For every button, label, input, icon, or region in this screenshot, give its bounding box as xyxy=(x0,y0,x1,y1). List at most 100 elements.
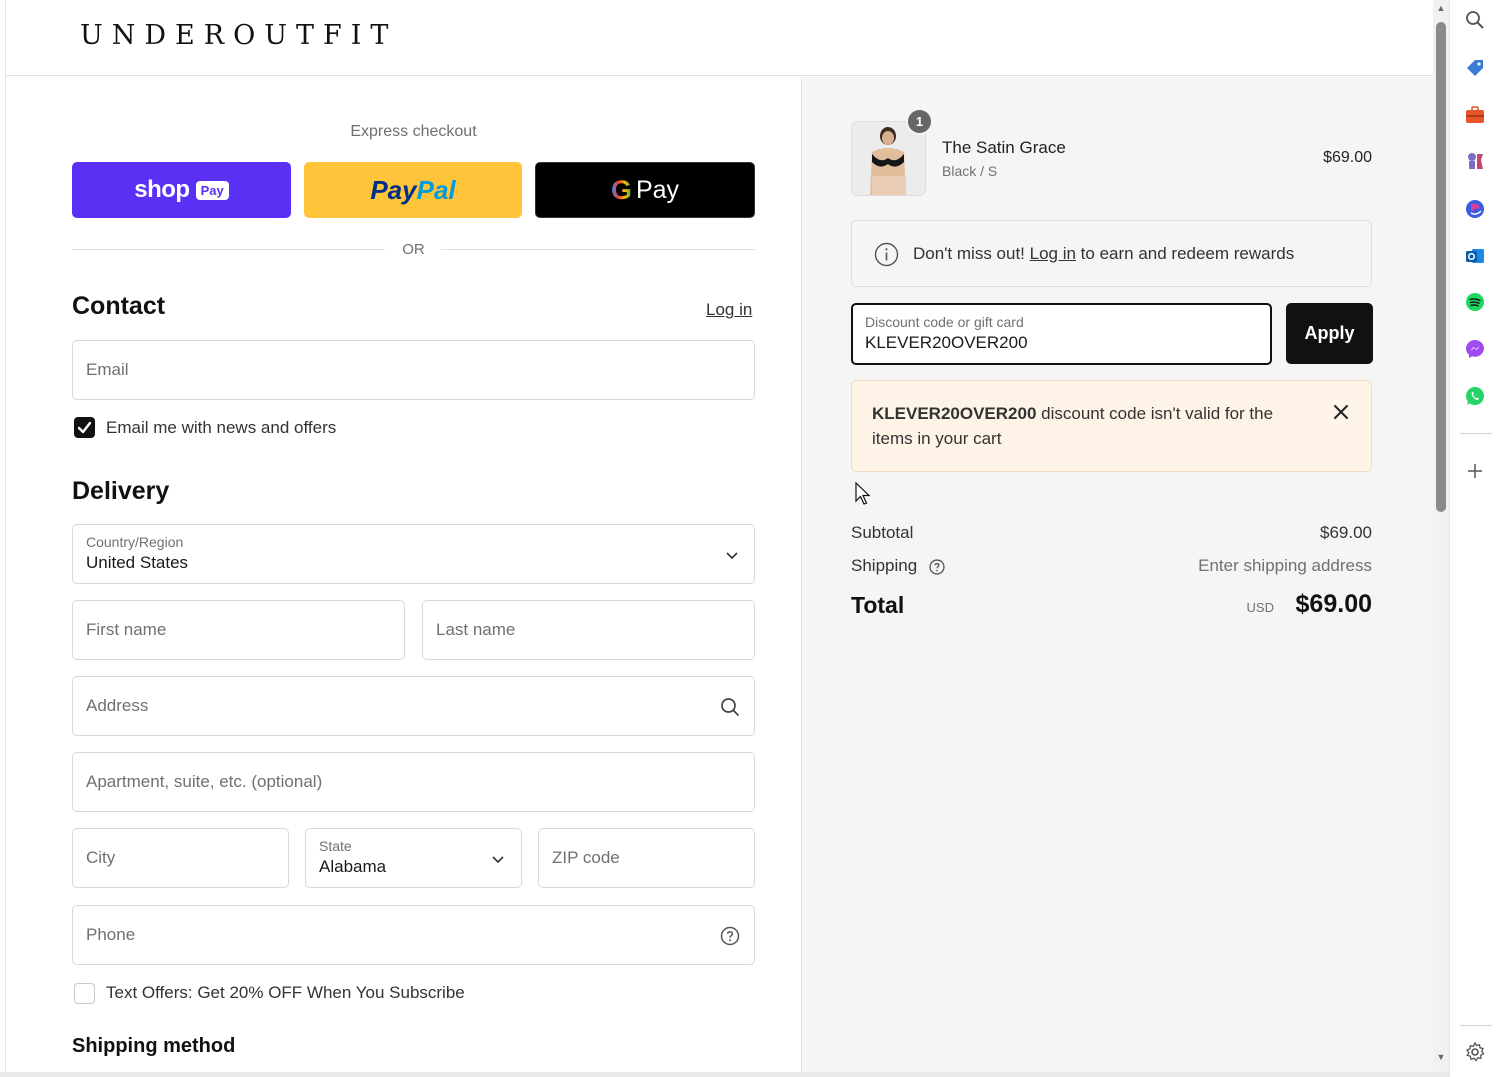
state-label: State xyxy=(319,838,352,854)
chevron-down-icon xyxy=(726,552,738,560)
window-bottom-edge xyxy=(0,1072,1449,1077)
country-label: Country/Region xyxy=(86,534,184,550)
paypal-logo-pay: Pay xyxy=(370,174,417,205)
shop-pay-wordmark: shop xyxy=(134,176,190,203)
discount-error-banner: KLEVER20OVER200 discount code isn't vali… xyxy=(851,380,1372,472)
total-row: Total USD $69.00 xyxy=(851,590,1372,622)
address-field[interactable]: Address xyxy=(72,676,755,736)
zip-field[interactable]: ZIP code xyxy=(538,828,755,888)
scroll-up-icon[interactable]: ▲ xyxy=(1436,3,1446,13)
discount-label: Discount code or gift card xyxy=(865,314,1024,330)
shipping-method-title: Shipping method xyxy=(72,1035,236,1057)
subtotal-row: Subtotal $69.00 xyxy=(851,523,1372,547)
chevron-down-icon xyxy=(492,856,504,864)
product-name: The Satin Grace xyxy=(942,138,1066,157)
spotify-icon[interactable] xyxy=(1463,290,1487,314)
rewards-login-link[interactable]: Log in xyxy=(1030,244,1076,263)
country-select[interactable]: Country/Region United States xyxy=(72,524,755,584)
phone-placeholder: Phone xyxy=(86,925,136,944)
phone-field[interactable]: Phone xyxy=(72,905,755,965)
header: UNDEROUTFIT xyxy=(6,0,1433,76)
brand-logo[interactable]: UNDEROUTFIT xyxy=(80,20,397,51)
rewards-suffix: to earn and redeem rewards xyxy=(1075,244,1295,263)
side-panel-divider xyxy=(1460,433,1492,434)
info-icon xyxy=(874,242,899,267)
apply-button[interactable]: Apply xyxy=(1286,303,1373,364)
zip-placeholder: ZIP code xyxy=(552,848,620,867)
side-panel-divider-bottom xyxy=(1460,1025,1492,1026)
state-select[interactable]: State Alabama xyxy=(305,828,522,888)
checkout-page: UNDEROUTFIT Express checkout shop Pay Pa… xyxy=(5,0,1433,1072)
shipping-row: Shipping Enter shipping address xyxy=(851,556,1372,580)
email-field[interactable]: Email xyxy=(72,340,755,400)
help-icon[interactable] xyxy=(719,925,741,947)
contact-login-link[interactable]: Log in xyxy=(706,300,752,320)
discount-error-text: KLEVER20OVER200 discount code isn't vali… xyxy=(872,401,1312,451)
total-label: Total xyxy=(851,592,905,618)
outlook-icon[interactable] xyxy=(1463,244,1487,268)
text-offers-label: Text Offers: Get 20% OFF When You Subscr… xyxy=(106,983,465,1002)
contact-title: Contact xyxy=(72,292,166,320)
close-icon[interactable] xyxy=(1330,401,1352,423)
google-g-icon: G xyxy=(610,174,632,205)
subtotal-label: Subtotal xyxy=(851,523,914,542)
whatsapp-icon[interactable] xyxy=(1463,384,1487,408)
mouse-cursor-icon xyxy=(855,482,871,505)
email-placeholder: Email xyxy=(86,360,129,379)
checkmark-icon xyxy=(77,421,92,434)
search-icon xyxy=(721,698,740,717)
first-name-placeholder: First name xyxy=(86,620,167,639)
shop-pay-badge: Pay xyxy=(195,180,229,200)
state-value: Alabama xyxy=(319,857,387,876)
rewards-banner: Don't miss out! Log in to earn and redee… xyxy=(851,220,1372,287)
city-placeholder: City xyxy=(86,848,116,867)
total-currency: USD xyxy=(1246,600,1274,615)
shop-pay-button[interactable]: shop Pay xyxy=(72,162,291,218)
product-variant: Black / S xyxy=(942,163,998,179)
news-offers-label: Email me with news and offers xyxy=(106,418,337,437)
delivery-title: Delivery xyxy=(72,477,170,505)
city-field[interactable]: City xyxy=(72,828,289,888)
scroll-thumb[interactable] xyxy=(1436,22,1446,512)
shipping-value: Enter shipping address xyxy=(1198,556,1372,575)
search-icon[interactable] xyxy=(1463,8,1487,32)
tag-icon[interactable] xyxy=(1463,56,1487,80)
apartment-field[interactable]: Apartment, suite, etc. (optional) xyxy=(72,752,755,812)
product-price: $69.00 xyxy=(1323,149,1372,166)
divider-line-right xyxy=(441,249,755,250)
shipping-label: Shipping xyxy=(851,556,918,575)
plus-icon[interactable] xyxy=(1463,459,1487,483)
text-offers-checkbox[interactable] xyxy=(74,983,95,1004)
chess-icon[interactable] xyxy=(1463,149,1487,173)
rewards-prefix: Don't miss out! xyxy=(913,244,1030,263)
news-offers-checkbox[interactable] xyxy=(74,417,95,438)
copilot-icon[interactable] xyxy=(1463,197,1487,221)
express-checkout-title: Express checkout xyxy=(350,123,477,140)
settings-icon[interactable] xyxy=(1463,1040,1487,1064)
subtotal-value: $69.00 xyxy=(1320,523,1372,542)
country-value: United States xyxy=(86,553,189,572)
page-scrollbar[interactable]: ▲ ▼ xyxy=(1433,0,1449,1072)
help-icon[interactable] xyxy=(928,558,946,576)
briefcase-icon[interactable] xyxy=(1463,103,1487,127)
scroll-down-icon[interactable]: ▼ xyxy=(1436,1052,1446,1062)
browser-side-panel xyxy=(1449,0,1500,1077)
first-name-field[interactable]: First name xyxy=(72,600,405,660)
rewards-text: Don't miss out! Log in to earn and redee… xyxy=(913,244,1294,264)
apartment-placeholder: Apartment, suite, etc. (optional) xyxy=(86,772,323,791)
order-summary: 1 The Satin Grace Black / S $69.00 Don't… xyxy=(801,77,1433,1072)
messenger-icon[interactable] xyxy=(1463,337,1487,361)
error-code: KLEVER20OVER200 xyxy=(872,404,1037,423)
address-placeholder: Address xyxy=(86,696,149,715)
last-name-placeholder: Last name xyxy=(436,620,516,639)
discount-code-input[interactable]: Discount code or gift card KLEVER20OVER2… xyxy=(851,303,1272,365)
checkout-form: Express checkout shop Pay Pay Pal G Pay O… xyxy=(6,77,801,1072)
google-pay-button[interactable]: G Pay xyxy=(535,162,755,218)
paypal-logo-pal: Pal xyxy=(416,174,456,205)
or-divider: OR xyxy=(72,239,755,259)
paypal-button[interactable]: Pay Pal xyxy=(304,162,522,218)
discount-value: KLEVER20OVER200 xyxy=(865,333,1028,352)
quantity-badge: 1 xyxy=(906,108,933,135)
last-name-field[interactable]: Last name xyxy=(422,600,755,660)
google-pay-label: Pay xyxy=(635,175,680,204)
